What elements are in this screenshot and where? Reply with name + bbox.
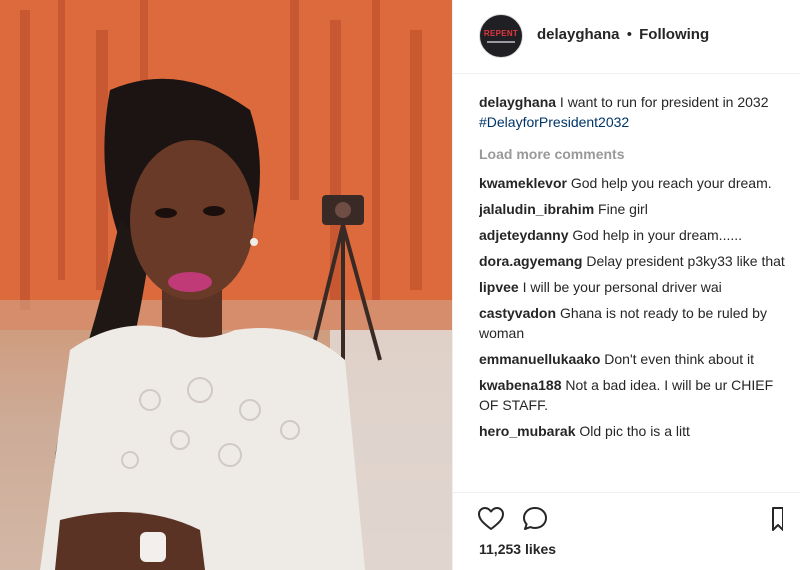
comment-text: God help in your dream...... xyxy=(572,227,743,243)
comment-username[interactable]: adjeteydanny xyxy=(479,227,568,243)
load-more-comments-button[interactable]: Load more comments xyxy=(479,144,789,164)
avatar[interactable]: REPENT xyxy=(479,14,523,58)
comment-item: dora.agyemang Delay president p3ky33 lik… xyxy=(479,251,789,271)
header-separator: • xyxy=(626,26,632,43)
post-actions: 11,253 likes xyxy=(453,492,800,570)
avatar-brand-text: REPENT xyxy=(483,29,519,38)
comment-username[interactable]: hero_mubarak xyxy=(479,423,575,439)
comment-username[interactable]: lipvee xyxy=(479,279,519,295)
post-header: REPENT delayghana • Following xyxy=(453,0,800,74)
comment-item: emmanuellukaako Don't even think about i… xyxy=(479,349,789,369)
comment-username[interactable]: castyvadon xyxy=(479,305,556,321)
comment-text: God help you reach your dream. xyxy=(570,175,772,191)
comment-item: jalaludin_ibrahim Fine girl xyxy=(479,199,789,219)
heart-icon[interactable] xyxy=(477,505,505,533)
comment-username[interactable]: dora.agyemang xyxy=(479,253,582,269)
comment-item: kwabena188 Not a bad idea. I will be ur … xyxy=(479,375,789,415)
avatar-brand-underline xyxy=(487,41,515,43)
comment-item: lipvee I will be your personal driver wa… xyxy=(479,277,789,297)
comments-section[interactable]: delayghana I want to run for president i… xyxy=(479,92,789,492)
comment-text: Delay president p3ky33 like that xyxy=(586,253,785,269)
post-photo[interactable] xyxy=(0,0,452,570)
bookmark-icon[interactable] xyxy=(771,505,783,533)
following-button[interactable]: Following xyxy=(639,26,709,43)
comment-username[interactable]: kwameklevor xyxy=(479,175,567,191)
header-username[interactable]: delayghana xyxy=(537,26,620,43)
comment-item: hero_mubarak Old pic tho is a litt xyxy=(479,421,789,441)
caption-username[interactable]: delayghana xyxy=(479,94,556,110)
comment-text: Don't even think about it xyxy=(604,351,755,367)
header-text: delayghana • Following xyxy=(537,26,709,43)
comment-text: Old pic tho is a litt xyxy=(579,423,690,439)
comment-item: adjeteydanny God help in your dream.....… xyxy=(479,225,789,245)
post-caption: delayghana I want to run for president i… xyxy=(479,92,789,132)
comment-text: Fine girl xyxy=(598,201,648,217)
comment-username[interactable]: kwabena188 xyxy=(479,377,562,393)
comment-text: I will be your personal driver wai xyxy=(522,279,722,295)
comment-item: kwameklevor God help you reach your drea… xyxy=(479,173,789,193)
caption-hashtag-link[interactable]: #DelayforPresident2032 xyxy=(479,114,629,130)
post-sidebar: REPENT delayghana • Following delayghana… xyxy=(452,0,800,570)
comment-username[interactable]: emmanuellukaako xyxy=(479,351,600,367)
caption-text: I want to run for president in 2032 xyxy=(559,94,769,110)
speech-bubble-icon[interactable] xyxy=(521,505,549,533)
comment-item: castyvadon Ghana is not ready to be rule… xyxy=(479,303,789,343)
comment-username[interactable]: jalaludin_ibrahim xyxy=(479,201,594,217)
portrait-illustration xyxy=(0,0,452,570)
likes-count[interactable]: 11,253 likes xyxy=(479,541,556,557)
